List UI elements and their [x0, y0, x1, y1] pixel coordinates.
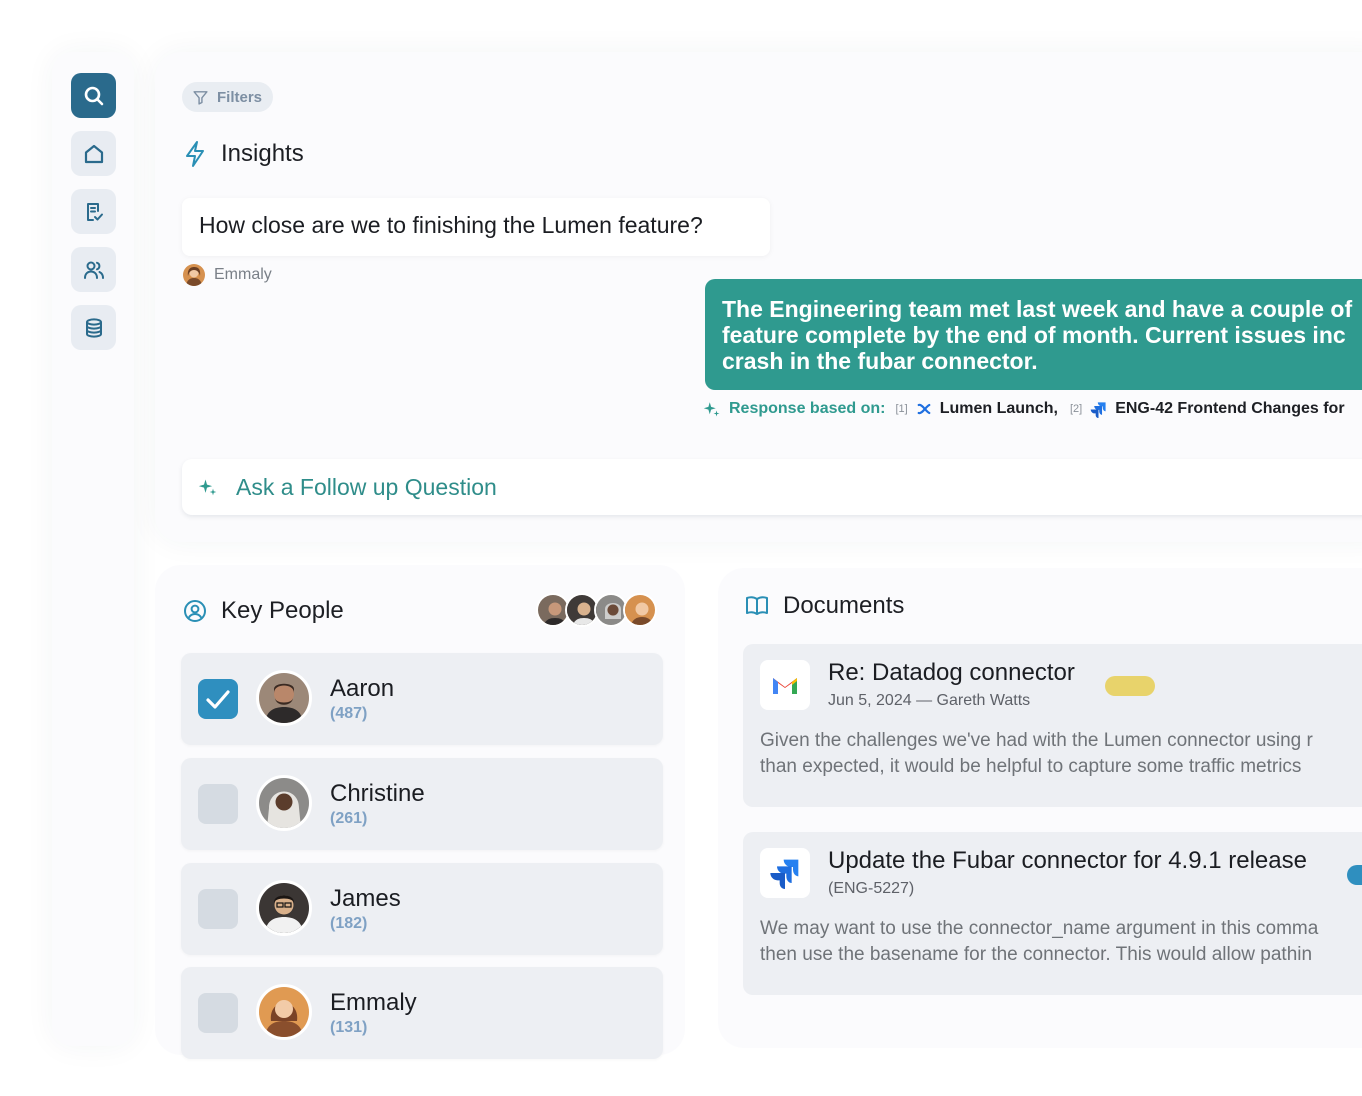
avatar — [183, 264, 205, 286]
sidebar-people-button[interactable] — [71, 247, 116, 292]
avatar — [256, 775, 312, 831]
person-row-james[interactable]: James (182) — [181, 863, 663, 955]
sidebar-database-button[interactable] — [71, 305, 116, 350]
document-card[interactable]: Update the Fubar connector for 4.9.1 rel… — [743, 832, 1362, 995]
document-meta: Jun 5, 2024 — Gareth Watts — [828, 692, 1031, 709]
person-row-aaron[interactable]: Aaron (487) — [181, 653, 663, 745]
followup-label: Ask a Follow up Question — [236, 473, 497, 500]
document-title: Re: Datadog connector — [828, 659, 1075, 686]
answer-line: The Engineering team met last week and h… — [722, 296, 1353, 322]
sparkle-icon — [703, 402, 720, 417]
insights-panel: Filters Insights How close are we to fin… — [155, 52, 1362, 542]
key-people-panel: Key People Aaron (487) Christine (261) J… — [155, 565, 685, 1059]
person-count: (487) — [330, 705, 368, 722]
answer-line: feature complete by the end of month. Cu… — [722, 322, 1346, 348]
person-name: Christine — [330, 780, 425, 807]
document-tag — [1347, 865, 1362, 885]
person-count: (131) — [330, 1019, 368, 1036]
search-icon — [84, 86, 103, 105]
excerpt-line: Given the challenges we've had with the … — [760, 730, 1313, 751]
document-excerpt: We may want to use the connector_name ar… — [760, 916, 1362, 968]
avatar — [623, 593, 657, 627]
lightning-icon — [186, 141, 204, 167]
insights-title: Insights — [221, 140, 304, 167]
confluence-icon[interactable] — [916, 401, 932, 417]
book-icon — [746, 596, 768, 615]
documents-panel: Documents Re: Datadog connector Jun 5, 2… — [718, 568, 1362, 1048]
person-row-christine[interactable]: Christine (261) — [181, 758, 663, 850]
avatar — [256, 984, 312, 1040]
key-people-title: Key People — [221, 597, 344, 624]
author-name: Emmaly — [214, 266, 272, 283]
source-link[interactable]: Lumen Launch, — [940, 400, 1058, 418]
person-count: (261) — [330, 810, 368, 827]
person-row-emmaly[interactable]: Emmaly (131) — [181, 967, 663, 1059]
checkmark-icon — [206, 690, 230, 709]
people-avatar-stack — [536, 593, 657, 627]
answer-line: crash in the fubar connector. — [722, 348, 1038, 374]
sidebar-documents-button[interactable] — [71, 189, 116, 234]
person-checkbox[interactable] — [198, 784, 238, 824]
question-text: How close are we to finishing the Lumen … — [199, 212, 703, 238]
response-sources: Response based on: [1] Lumen Launch, [2]… — [703, 400, 1357, 418]
person-name: James — [330, 885, 401, 912]
documents-header: Documents — [745, 592, 904, 620]
gmail-icon — [760, 660, 810, 710]
sparkle-icon — [198, 479, 217, 496]
excerpt-line: than expected, it would be helpful to ca… — [760, 756, 1302, 777]
document-meta: (ENG-5227) — [828, 880, 915, 897]
documents-title: Documents — [783, 592, 905, 619]
filters-label: Filters — [217, 88, 263, 106]
person-checkbox[interactable] — [198, 679, 238, 719]
source-ref: [2] — [1069, 403, 1083, 415]
excerpt-line: We may want to use the connector_name ar… — [760, 918, 1319, 939]
document-title: Update the Fubar connector for 4.9.1 rel… — [828, 847, 1307, 874]
person-checkbox[interactable] — [198, 889, 238, 929]
person-name: Aaron — [330, 675, 395, 702]
sidebar-home-button[interactable] — [71, 131, 116, 176]
avatar — [256, 670, 312, 726]
sidebar-search-button[interactable] — [71, 73, 116, 118]
person-checkbox[interactable] — [198, 993, 238, 1033]
document-excerpt: Given the challenges we've had with the … — [760, 728, 1362, 780]
users-icon — [83, 261, 104, 279]
sidebar — [52, 52, 134, 1046]
excerpt-line: then use the basename for the connector.… — [760, 944, 1313, 965]
jira-icon[interactable] — [1090, 401, 1107, 418]
source-ref: [1] — [895, 403, 908, 415]
document-tag — [1105, 676, 1155, 696]
key-people-header: Key People — [183, 597, 344, 625]
insights-header: Insights — [183, 140, 304, 168]
question-author: Emmaly — [183, 264, 272, 286]
person-name: Emmaly — [330, 989, 417, 1016]
sources-label: Response based on: — [729, 400, 886, 417]
user-circle-icon — [184, 600, 206, 622]
document-check-icon — [86, 202, 103, 221]
home-icon — [84, 144, 103, 163]
database-icon — [85, 317, 102, 338]
followup-question-input[interactable]: Ask a Follow up Question — [182, 459, 1362, 515]
answer-bubble: The Engineering team met last week and h… — [705, 279, 1362, 390]
document-card[interactable]: Re: Datadog connector Jun 5, 2024 — Gare… — [743, 644, 1362, 807]
source-link[interactable]: ENG-42 Frontend Changes for — [1115, 400, 1344, 418]
question-card: How close are we to finishing the Lumen … — [182, 198, 770, 256]
jira-icon — [760, 848, 810, 898]
filter-icon — [193, 90, 208, 105]
person-count: (182) — [330, 915, 368, 932]
avatar — [256, 880, 312, 936]
filters-button[interactable]: Filters — [182, 82, 274, 112]
